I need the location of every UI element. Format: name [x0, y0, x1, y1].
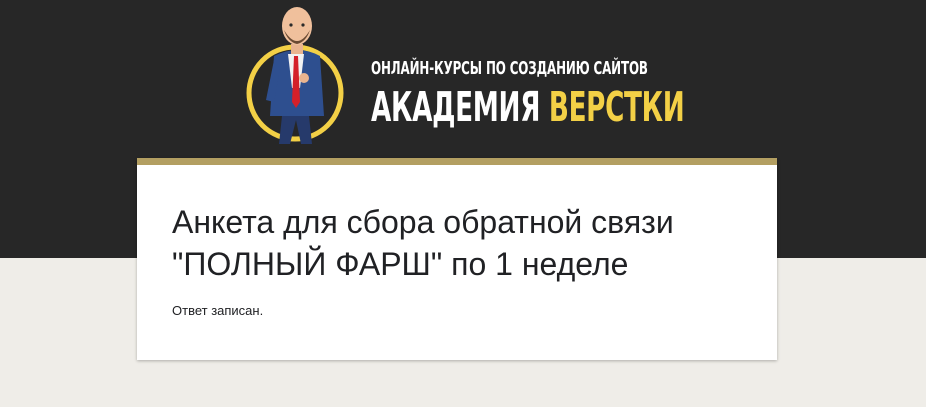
brand-title-part1: АКАДЕМИЯ — [371, 83, 541, 131]
brand-title: АКАДЕМИЯ ВЕРСТКИ — [371, 83, 685, 131]
brand-subtitle: ОНЛАЙН-КУРСЫ ПО СОЗДАНИЮ САЙТОВ — [371, 58, 648, 79]
form-title-line1: Анкета для сбора обратной связи — [172, 204, 674, 240]
card-accent-bar — [137, 158, 777, 165]
form-title-line2: "ПОЛНЫЙ ФАРШ" по 1 неделе — [172, 246, 629, 282]
brand-title-part2: ВЕРСТКИ — [548, 83, 685, 131]
response-recorded-message: Ответ записан. — [172, 303, 264, 318]
academy-mascot-logo-icon — [244, 4, 352, 146]
form-title: Анкета для сбора обратной связи "ПОЛНЫЙ … — [172, 201, 752, 285]
form-card: Анкета для сбора обратной связи "ПОЛНЫЙ … — [137, 158, 777, 360]
